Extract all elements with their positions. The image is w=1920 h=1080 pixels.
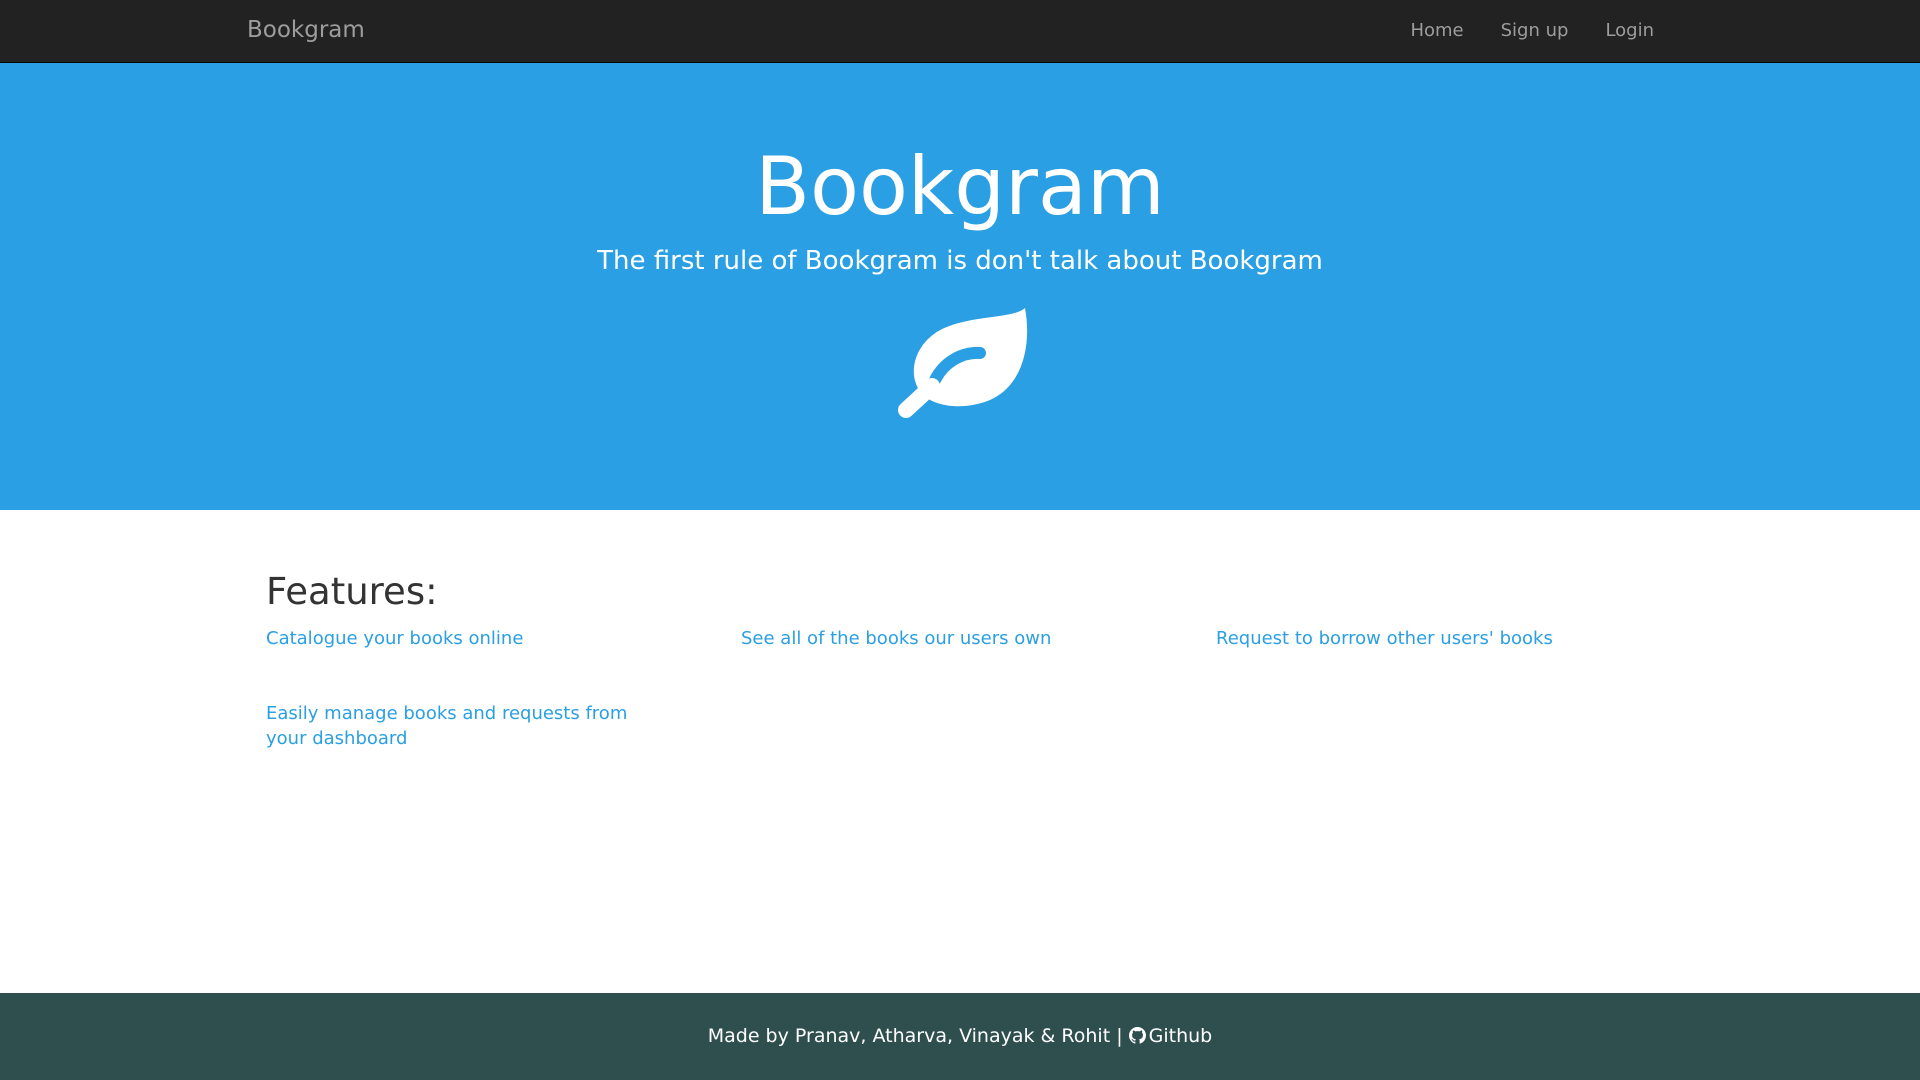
github-link[interactable]: Github: [1128, 1025, 1213, 1047]
page: Bookgram Home Sign up Login Bookgram The…: [0, 0, 1920, 1080]
github-icon: [1128, 1027, 1146, 1044]
footer: Made by Pranav, Atharva, Vinayak & Rohit…: [0, 993, 1920, 1080]
leaf-icon: [898, 308, 1028, 418]
feature-link-dashboard[interactable]: Easily manage books and requests from yo…: [266, 701, 656, 751]
nav-link-signup[interactable]: Sign up: [1501, 20, 1569, 41]
feature-link-borrow[interactable]: Request to borrow other users' books: [1216, 626, 1616, 651]
nav-link-login[interactable]: Login: [1605, 20, 1654, 41]
nav-link-home[interactable]: Home: [1410, 20, 1463, 41]
footer-credit: Made by Pranav, Atharva, Vinayak & Rohit: [707, 1025, 1111, 1047]
hero-tagline: The first rule of Bookgram is don't talk…: [597, 246, 1323, 276]
feature-link-see-books[interactable]: See all of the books our users own: [741, 626, 1141, 651]
nav-links: Home Sign up Login: [1410, 20, 1654, 41]
navbar-brand[interactable]: Bookgram: [247, 17, 365, 43]
features-heading: Features:: [266, 570, 438, 613]
github-label: Github: [1148, 1025, 1213, 1047]
footer-separator: |: [1116, 1025, 1123, 1047]
hero-banner: Bookgram The first rule of Bookgram is d…: [0, 63, 1920, 510]
hero-title: Bookgram: [755, 140, 1165, 233]
navbar: Bookgram Home Sign up Login: [0, 0, 1920, 63]
feature-link-catalogue[interactable]: Catalogue your books online: [266, 626, 666, 651]
